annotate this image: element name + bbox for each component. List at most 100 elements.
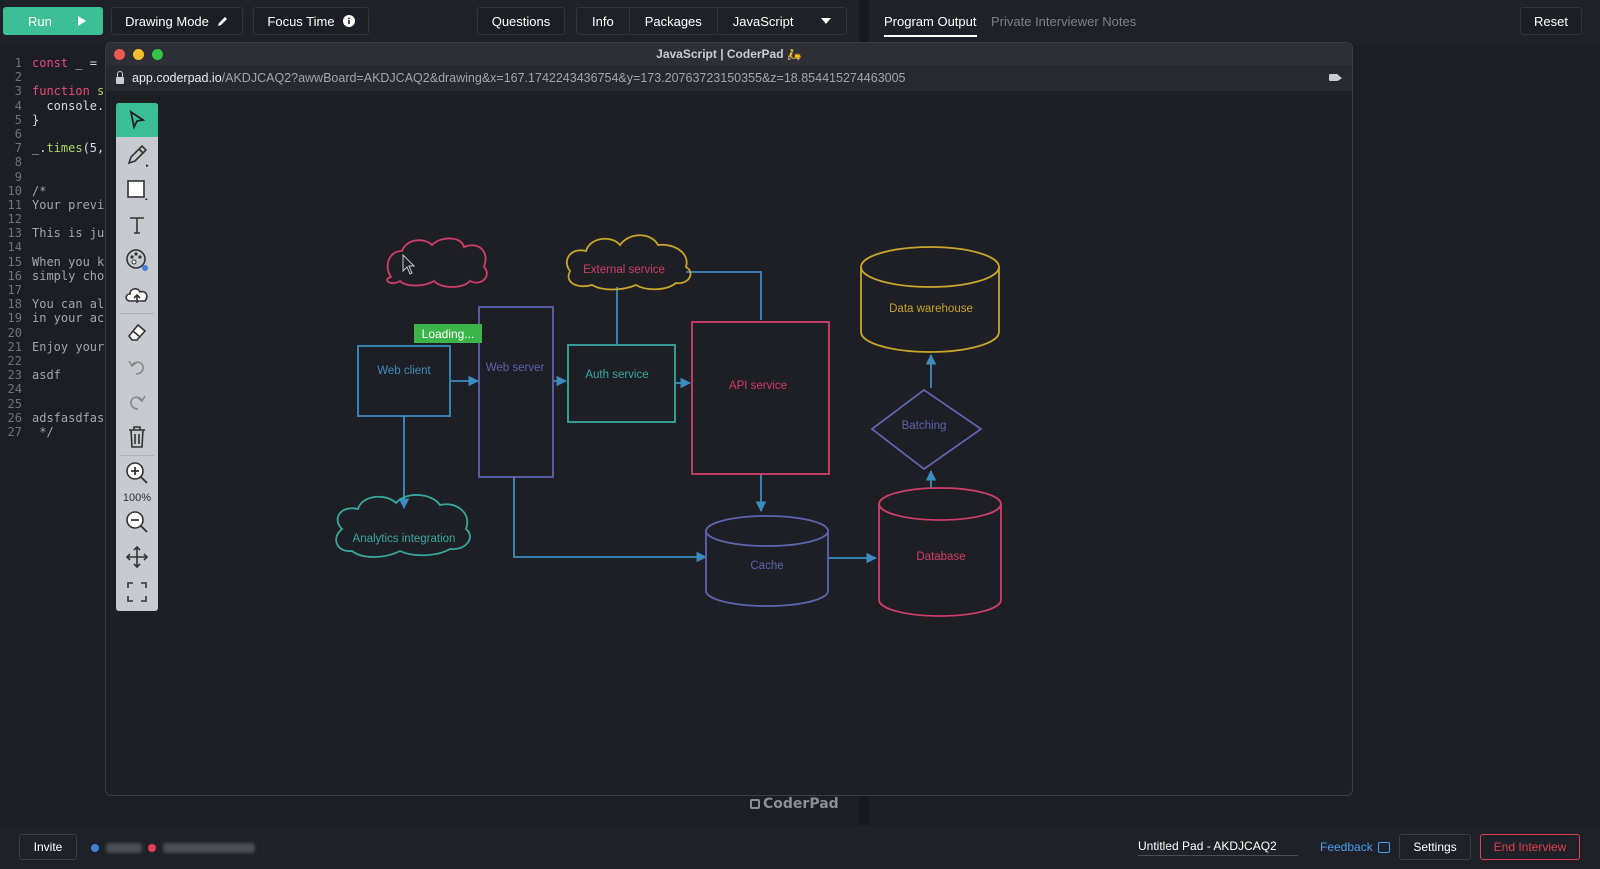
mouse-cursor-icon: [402, 253, 416, 275]
loading-cloud-shape: [386, 237, 488, 288]
select-tool[interactable]: [116, 103, 158, 137]
run-button[interactable]: Run: [3, 7, 103, 35]
line-number: 14: [7, 240, 22, 255]
code-line[interactable]: 15 When you k: [0, 255, 110, 269]
web-server-label: Web server: [486, 362, 545, 374]
focus-time-button[interactable]: Focus Time: [253, 7, 369, 35]
code-text: You can al: [32, 297, 105, 312]
code-line[interactable]: 7 _.times(5,: [0, 141, 110, 155]
settings-label: Settings: [1413, 840, 1457, 854]
code-line[interactable]: 4 console.: [0, 99, 110, 113]
code-text: const _ =: [32, 56, 97, 70]
minimize-window-button[interactable]: [133, 49, 144, 60]
drawing-mode-button[interactable]: Drawing Mode: [111, 7, 243, 35]
code-line[interactable]: 2: [0, 70, 110, 84]
pan-tool[interactable]: [116, 540, 158, 574]
code-line[interactable]: 27 */: [0, 425, 110, 439]
code-line[interactable]: 22: [0, 354, 110, 368]
function-token: times: [46, 141, 83, 156]
code-token: _.: [32, 141, 47, 156]
drawing-canvas[interactable]: External service Data warehouse Web clie…: [106, 91, 1352, 795]
close-window-button[interactable]: [114, 49, 125, 60]
questions-label: Questions: [491, 13, 551, 29]
loading-badge: Loading...: [414, 324, 482, 343]
code-line[interactable]: 23 asdf: [0, 368, 110, 382]
address-bar[interactable]: app.coderpad.io /AKDJCAQ2?awwBoard=AKDJC…: [106, 65, 1352, 91]
zoom-out-tool[interactable]: [116, 505, 158, 539]
code-token: s: [89, 84, 105, 99]
code-text: */: [32, 424, 54, 439]
code-line[interactable]: 19 in your ac: [0, 311, 110, 325]
end-interview-button[interactable]: End Interview: [1480, 834, 1580, 860]
code-line[interactable]: 26 adsfasdfas: [0, 411, 110, 425]
maximize-window-button[interactable]: [152, 49, 163, 60]
zoom-in-tool[interactable]: [116, 456, 158, 490]
feedback-link[interactable]: Feedback: [1320, 840, 1390, 854]
code-line[interactable]: 10 /*: [0, 184, 110, 198]
code-line[interactable]: 14: [0, 240, 110, 254]
web-server-box: [478, 306, 554, 478]
batching-label: Batching: [902, 420, 947, 432]
code-line[interactable]: 24: [0, 382, 110, 396]
code-line[interactable]: 25: [0, 397, 110, 411]
code-line[interactable]: 18 You can al: [0, 297, 110, 311]
env-tab-group: Info Packages JavaScript: [576, 7, 848, 35]
end-interview-label: End Interview: [1493, 840, 1567, 854]
code-line[interactable]: 3 function s: [0, 84, 110, 98]
language-select[interactable]: JavaScript: [718, 8, 847, 34]
pen-tool[interactable]: [116, 138, 158, 172]
code-line[interactable]: 12: [0, 212, 110, 226]
interviewer-notes-label: Private Interviewer Notes: [991, 14, 1137, 29]
bottom-bar: Invite Untitled Pad - AKDJCAQ2 Feedback …: [0, 826, 1600, 869]
code-line[interactable]: 11 Your previ: [0, 198, 110, 212]
data-warehouse-cylinder: [860, 246, 1000, 353]
code-line[interactable]: 21 Enjoy your: [0, 340, 110, 354]
trash-icon: [129, 426, 145, 448]
code-line[interactable]: 13 This is ju: [0, 226, 110, 240]
code-line[interactable]: 1 const _ =: [0, 56, 110, 70]
tab-interviewer-notes[interactable]: Private Interviewer Notes: [991, 14, 1136, 29]
code-text: in your ac: [32, 311, 105, 326]
auth-service-box: [567, 344, 676, 423]
upload-tool[interactable]: [116, 278, 158, 312]
code-line[interactable]: 8: [0, 155, 110, 169]
line-number: 22: [7, 353, 22, 368]
code-line[interactable]: 17: [0, 283, 110, 297]
pad-name-field[interactable]: Untitled Pad - AKDJCAQ2: [1138, 839, 1298, 856]
code-line[interactable]: 6: [0, 127, 110, 141]
clear-tool[interactable]: [116, 420, 158, 454]
edge-ext-api: [686, 271, 762, 320]
toolbar-divider: [120, 313, 154, 314]
eraser-tool[interactable]: [116, 315, 158, 349]
info-tab[interactable]: Info: [577, 8, 630, 34]
line-number: 12: [7, 212, 22, 227]
camera-icon: [1329, 74, 1342, 81]
settings-button[interactable]: Settings: [1399, 834, 1471, 860]
questions-button[interactable]: Questions: [477, 7, 565, 35]
diagram-svg: External service Data warehouse Web clie…: [335, 234, 1002, 617]
color-tool[interactable]: [116, 243, 158, 277]
code-line[interactable]: 9: [0, 170, 110, 184]
code-editor[interactable]: 1 const _ = 2 3 function s4 console. 5} 6 7 _.ti…: [0, 56, 110, 439]
api-service-label: API service: [729, 380, 787, 392]
undo-tool[interactable]: [116, 350, 158, 384]
palette-icon: [126, 249, 148, 271]
line-number: 16: [7, 268, 22, 283]
reset-button[interactable]: Reset: [1520, 7, 1582, 35]
redo-tool[interactable]: [116, 385, 158, 419]
code-text: }: [32, 112, 40, 127]
info-icon: [342, 15, 355, 27]
shape-tool[interactable]: [116, 173, 158, 207]
code-line[interactable]: 20: [0, 326, 110, 340]
tab-program-output[interactable]: Program Output: [884, 14, 977, 37]
packages-tab[interactable]: Packages: [630, 8, 718, 34]
data-warehouse-label: Data warehouse: [889, 303, 973, 315]
code-line[interactable]: 16 simply cho: [0, 269, 110, 283]
text-tool[interactable]: [116, 208, 158, 242]
invite-button[interactable]: Invite: [19, 834, 77, 860]
url-host: app.coderpad.io: [132, 71, 222, 85]
participant-1: [91, 843, 142, 853]
line-number: 15: [7, 254, 22, 269]
fit-to-screen-tool[interactable]: [116, 575, 158, 609]
code-line[interactable]: 5}: [0, 113, 110, 127]
